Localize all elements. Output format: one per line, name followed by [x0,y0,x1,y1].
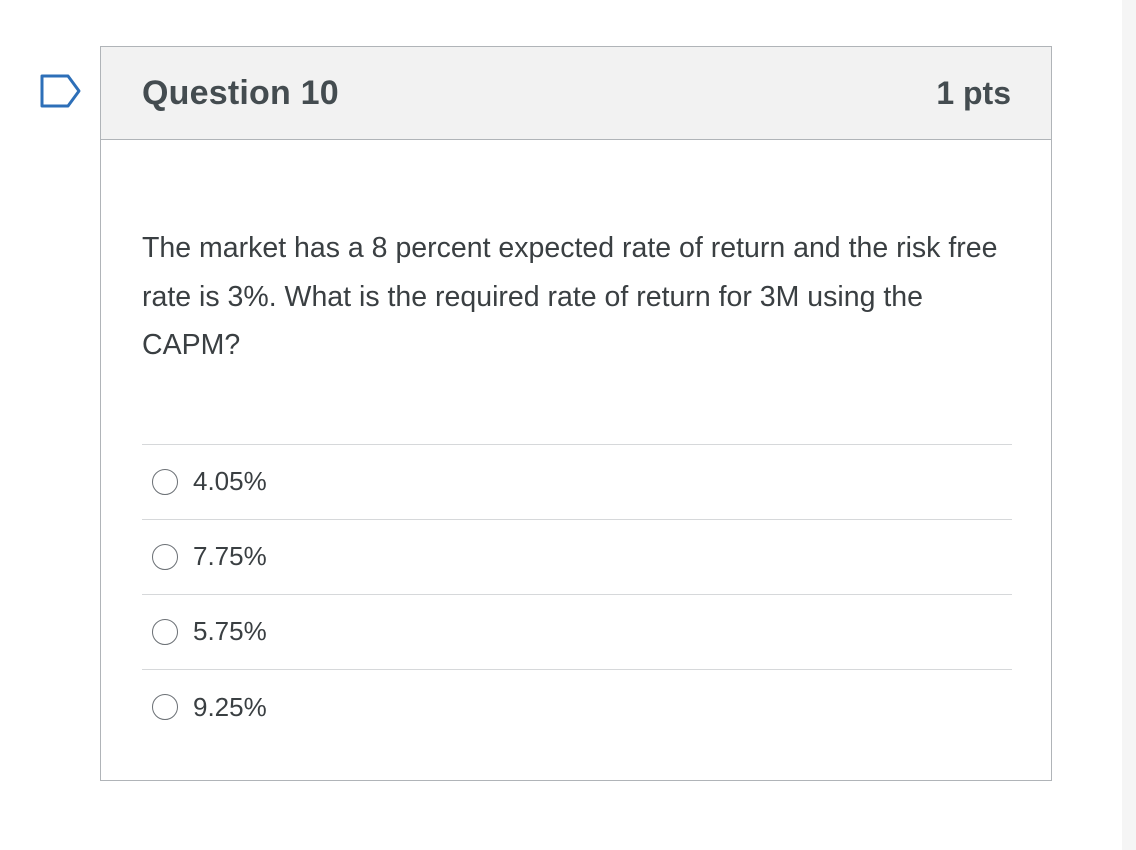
answer-label: 7.75% [193,541,267,571]
question-body: The market has a 8 percent expected rate… [101,140,1051,745]
question-card: Question 10 1 pts The market has a 8 per… [100,46,1052,781]
question-points: 1 pts [936,74,1011,111]
quiz-page: Question 10 1 pts The market has a 8 per… [0,0,1136,850]
question-text: The market has a 8 percent expected rate… [142,232,998,361]
answer-label: 5.75% [193,616,267,646]
answer-label: 4.05% [193,466,267,496]
radio-button[interactable] [152,468,178,495]
answer-option[interactable]: 4.05% [142,445,1012,520]
question-title: Question 10 [142,73,339,112]
answer-option[interactable]: 7.75% [142,520,1012,595]
answer-option[interactable]: 9.25% [142,670,1012,745]
flag-question-icon[interactable] [40,74,84,108]
question-header: Question 10 1 pts [101,47,1051,140]
bookmark-flag-icon [40,74,81,108]
scrollbar-gutter [1122,0,1136,850]
answer-option[interactable]: 5.75% [142,595,1012,670]
radio-button[interactable] [152,694,178,720]
answer-label: 9.25% [193,691,267,722]
radio-button[interactable] [152,543,178,570]
answer-list: 4.05% 7.75% 5.75% 9.25% [142,443,1012,745]
radio-button[interactable] [152,618,178,645]
